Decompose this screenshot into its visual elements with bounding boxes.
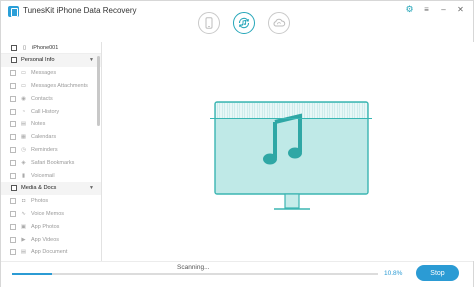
close-button[interactable]: ✕ bbox=[456, 5, 465, 14]
device-checkbox[interactable] bbox=[11, 44, 17, 51]
stop-button[interactable]: Stop bbox=[416, 265, 459, 281]
item-checkbox[interactable] bbox=[10, 121, 16, 128]
section-checkbox[interactable] bbox=[11, 185, 17, 192]
sidebar-item-label: Photos bbox=[31, 198, 49, 205]
sidebar-item-app-photos[interactable]: ▣ App Photos bbox=[1, 220, 101, 233]
window-controls: ⚙ ≡ – ✕ bbox=[405, 5, 465, 15]
sidebar-item-label: Notes bbox=[31, 121, 46, 128]
section-label: Personal Info bbox=[21, 57, 55, 64]
item-checkbox[interactable] bbox=[10, 134, 16, 141]
reminder-icon: ◷ bbox=[21, 146, 26, 153]
sidebar-item-app-document[interactable]: ▤ App Document bbox=[1, 246, 101, 259]
item-checkbox[interactable] bbox=[10, 223, 16, 230]
scan-status-text: Scanning... bbox=[177, 264, 210, 271]
iphone-icon: ▯ bbox=[22, 44, 27, 51]
item-checkbox[interactable] bbox=[10, 236, 16, 243]
monitor-music-note-icon bbox=[214, 101, 369, 210]
sidebar-item-label: Messages Attachments bbox=[31, 82, 88, 89]
sidebar-item-label: Messages bbox=[31, 70, 57, 77]
chevron-down-icon[interactable]: ▼ bbox=[89, 185, 94, 191]
main-panel bbox=[102, 42, 474, 261]
sidebar-item-label: App Document bbox=[31, 249, 68, 256]
item-checkbox[interactable] bbox=[10, 198, 16, 205]
sidebar-item-photos[interactable]: ◘ Photos bbox=[1, 195, 101, 208]
chevron-down-icon[interactable]: ▼ bbox=[89, 57, 94, 63]
voicemail-icon: ▮ bbox=[21, 172, 26, 179]
item-checkbox[interactable] bbox=[10, 159, 16, 166]
item-checkbox[interactable] bbox=[10, 249, 16, 256]
minimize-button[interactable]: – bbox=[439, 5, 448, 14]
sidebar-item-voicemail[interactable]: ▮ Voicemail bbox=[1, 169, 101, 182]
phone-icon: ◔ bbox=[21, 108, 26, 115]
item-checkbox[interactable] bbox=[10, 82, 16, 89]
item-checkbox[interactable] bbox=[10, 108, 16, 115]
sidebar-item-contacts[interactable]: ◉ Contacts bbox=[1, 92, 101, 105]
item-checkbox[interactable] bbox=[10, 146, 16, 153]
sidebar-scrollbar[interactable] bbox=[97, 56, 100, 126]
attachment-icon: ▭ bbox=[20, 82, 27, 89]
section-header-personal-info[interactable]: Personal Info ▼ bbox=[1, 54, 101, 67]
mode-switcher bbox=[198, 12, 290, 34]
scan-line bbox=[210, 118, 372, 119]
title-bar: TunesKit iPhone Data Recovery ⚙ ≡ – ✕ bbox=[1, 1, 473, 42]
sidebar-item-label: App Videos bbox=[31, 236, 60, 243]
sidebar-item-label: Voice Memos bbox=[31, 210, 65, 217]
sidebar-device-row[interactable]: ▯ iPhone001 bbox=[1, 42, 101, 54]
progress-bar bbox=[12, 273, 378, 275]
app-logo-icon bbox=[8, 6, 19, 17]
gear-icon[interactable]: ⚙ bbox=[405, 5, 414, 14]
sidebar-item-label: Call History bbox=[31, 108, 60, 115]
section-header-media-docs[interactable]: Media & Docs ▼ bbox=[1, 181, 101, 195]
item-checkbox[interactable] bbox=[10, 95, 16, 102]
progress-percent: 10.8% bbox=[384, 270, 403, 277]
sidebar-item-notes[interactable]: ▤ Notes bbox=[1, 118, 101, 131]
sidebar-item-label: App Photos bbox=[31, 223, 60, 230]
safari-icon: ◈ bbox=[21, 159, 26, 166]
item-checkbox[interactable] bbox=[10, 210, 16, 217]
app-photo-icon: ▣ bbox=[20, 223, 27, 230]
sidebar-item-voice-memos[interactable]: ∿ Voice Memos bbox=[1, 208, 101, 221]
sidebar-item-reminders[interactable]: ◷ Reminders bbox=[1, 144, 101, 157]
sidebar-item-label: Contacts bbox=[31, 95, 53, 102]
sidebar-item-label: Reminders bbox=[31, 146, 58, 153]
app-window: TunesKit iPhone Data Recovery ⚙ ≡ – ✕ ▯ … bbox=[0, 0, 474, 287]
itunes-sync-icon[interactable] bbox=[233, 12, 255, 34]
sidebar-item-messages-attachments[interactable]: ▭ Messages Attachments bbox=[1, 80, 101, 93]
app-title: TunesKit iPhone Data Recovery bbox=[23, 6, 137, 15]
sidebar-item-label: Calendars bbox=[31, 134, 57, 141]
calendar-icon: ▦ bbox=[20, 134, 27, 141]
item-checkbox[interactable] bbox=[10, 172, 16, 179]
section-label: Media & Docs bbox=[21, 185, 57, 192]
sidebar-item-messages[interactable]: ▭ Messages bbox=[1, 67, 101, 80]
section-checkbox[interactable] bbox=[11, 57, 17, 64]
app-video-icon: ▶ bbox=[21, 236, 26, 243]
footer-bar: Scanning... 10.8% Stop bbox=[1, 261, 473, 287]
sidebar: ▯ iPhone001 Personal Info ▼ ▭ Messages ▭ M… bbox=[1, 42, 102, 261]
notes-icon: ▤ bbox=[20, 121, 27, 128]
menu-icon[interactable]: ≡ bbox=[422, 5, 431, 14]
iphone-icon[interactable] bbox=[198, 12, 220, 34]
camera-icon: ◘ bbox=[21, 198, 26, 205]
sidebar-item-call-history[interactable]: ◔ Call History bbox=[1, 105, 101, 118]
item-checkbox[interactable] bbox=[10, 70, 16, 77]
device-label: iPhone001 bbox=[32, 44, 59, 51]
sidebar-item-label: Voicemail bbox=[31, 172, 55, 179]
icloud-icon[interactable] bbox=[268, 12, 290, 34]
progress-fill bbox=[12, 273, 52, 275]
sidebar-item-calendars[interactable]: ▦ Calendars bbox=[1, 131, 101, 144]
sidebar-item-label: Safari Bookmarks bbox=[31, 159, 75, 166]
voice-memo-icon: ∿ bbox=[21, 210, 26, 217]
app-document-icon: ▤ bbox=[20, 249, 27, 256]
message-icon: ▭ bbox=[20, 70, 27, 77]
sidebar-item-app-videos[interactable]: ▶ App Videos bbox=[1, 233, 101, 246]
contacts-icon: ◉ bbox=[21, 95, 26, 102]
sidebar-item-safari-bookmarks[interactable]: ◈ Safari Bookmarks bbox=[1, 156, 101, 169]
